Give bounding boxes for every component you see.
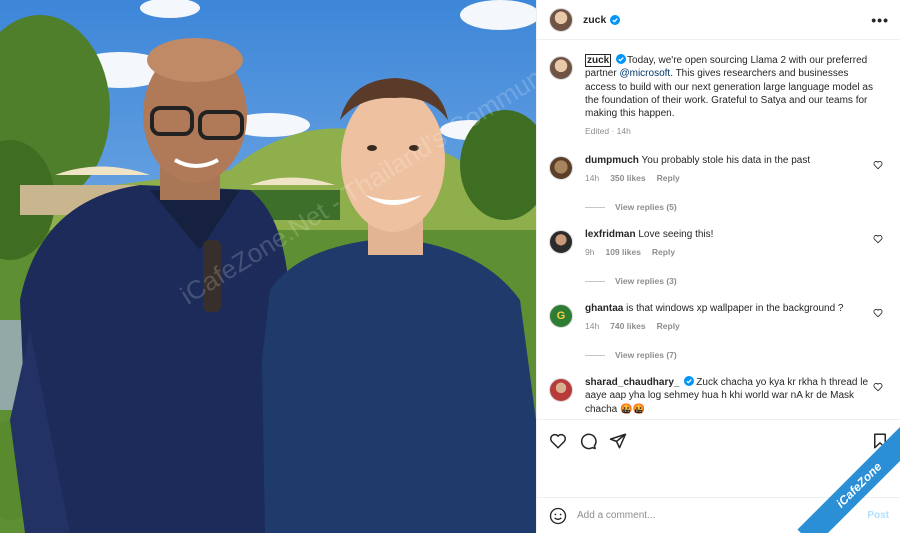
heart-icon[interactable] <box>549 432 567 450</box>
comment-item: G ghantaa is that windows xp wallpaper i… <box>549 302 889 334</box>
post-button[interactable]: Post <box>867 510 889 521</box>
view-replies-label: View replies (5) <box>615 202 677 212</box>
verified-icon <box>610 14 621 25</box>
replies-divider <box>585 206 605 208</box>
comments-list[interactable]: zuck Today, we're open sourcing Llama 2 … <box>537 41 900 419</box>
post-header: zuck ••• <box>537 0 900 40</box>
caption: zuck Today, we're open sourcing Llama 2 … <box>549 54 889 139</box>
comment-time: 14h <box>585 321 600 332</box>
mention-link[interactable]: @microsoft <box>619 68 670 79</box>
reply-button[interactable]: Reply <box>657 320 680 333</box>
view-replies-label: View replies (3) <box>615 276 677 286</box>
reply-button[interactable]: Reply <box>652 246 675 259</box>
commenter-username[interactable]: ghantaa <box>585 303 623 314</box>
comment-likes[interactable]: 740 likes <box>610 320 645 333</box>
comment-item: dumpmuch You probably stole his data in … <box>549 154 889 186</box>
comment-text: Love seeing this! <box>638 229 714 240</box>
comment-meta: 9h 109 likes Reply <box>585 246 880 259</box>
caption-username[interactable]: zuck <box>585 54 612 67</box>
comment-time: 14h <box>585 173 600 184</box>
more-icon[interactable]: ••• <box>871 12 889 28</box>
comment-meta: 14h 350 likes Reply <box>585 172 880 185</box>
caption-avatar[interactable] <box>549 56 573 80</box>
heart-icon[interactable] <box>873 234 883 244</box>
heart-icon[interactable] <box>873 160 883 170</box>
author-avatar[interactable] <box>549 7 573 32</box>
photo-illustration <box>0 0 536 533</box>
author-username[interactable]: zuck <box>583 14 606 26</box>
comment-icon[interactable] <box>579 432 597 450</box>
commenter-avatar[interactable]: G <box>549 304 573 328</box>
action-bar <box>537 419 900 459</box>
caption-meta: Edited · 14h <box>585 125 880 138</box>
view-replies-button[interactable]: View replies (3) <box>585 276 677 286</box>
post-photo[interactable]: iCafeZone.Net - Thailand's Community <box>0 0 536 533</box>
comment-likes[interactable]: 350 likes <box>610 172 645 185</box>
replies-divider <box>585 280 605 282</box>
comment-likes[interactable]: 109 likes <box>605 246 640 259</box>
comment-time: 9h <box>585 247 595 258</box>
view-replies-label: View replies (7) <box>615 350 677 360</box>
comment-item: lexfridman Love seeing this! 9h 109 like… <box>549 228 889 260</box>
commenter-avatar[interactable] <box>549 378 573 402</box>
commenter-username[interactable]: lexfridman <box>585 229 636 240</box>
comment-body: lexfridman Love seeing this! 9h 109 like… <box>585 228 880 260</box>
commenter-username[interactable]: dumpmuch <box>585 155 639 166</box>
emoji-icon[interactable] <box>549 507 567 525</box>
replies-divider <box>585 354 605 356</box>
heart-icon[interactable] <box>873 308 883 318</box>
reply-button[interactable]: Reply <box>657 172 680 185</box>
caption-body: zuck Today, we're open sourcing Llama 2 … <box>585 54 880 139</box>
comment-item: sharad_chaudhary_ Zuck chacha yo kya kr … <box>549 376 889 416</box>
share-icon[interactable] <box>609 432 627 450</box>
commenter-avatar[interactable] <box>549 230 573 254</box>
comment-text: is that windows xp wallpaper in the back… <box>626 303 844 314</box>
view-replies-button[interactable]: View replies (5) <box>585 202 677 212</box>
instagram-post: iCafeZone.Net - Thailand's Community zuc… <box>0 0 900 533</box>
verified-icon <box>684 376 695 386</box>
comment-body: ghantaa is that windows xp wallpaper in … <box>585 302 880 334</box>
commenter-avatar[interactable] <box>549 156 573 180</box>
comment-body: dumpmuch You probably stole his data in … <box>585 154 880 186</box>
caption-time: Edited · 14h <box>585 126 631 137</box>
heart-icon[interactable] <box>873 382 883 392</box>
comment-body: sharad_chaudhary_ Zuck chacha yo kya kr … <box>585 376 880 416</box>
post-sidebar: zuck ••• zuck Today, we're open sourcing… <box>536 0 900 533</box>
commenter-username[interactable]: sharad_chaudhary_ <box>585 377 680 388</box>
verified-icon <box>616 54 627 64</box>
comment-input[interactable] <box>577 510 837 521</box>
comment-meta: 14h 740 likes Reply <box>585 320 880 333</box>
view-replies-button[interactable]: View replies (7) <box>585 350 677 360</box>
comment-text: You probably stole his data in the past <box>641 155 811 166</box>
